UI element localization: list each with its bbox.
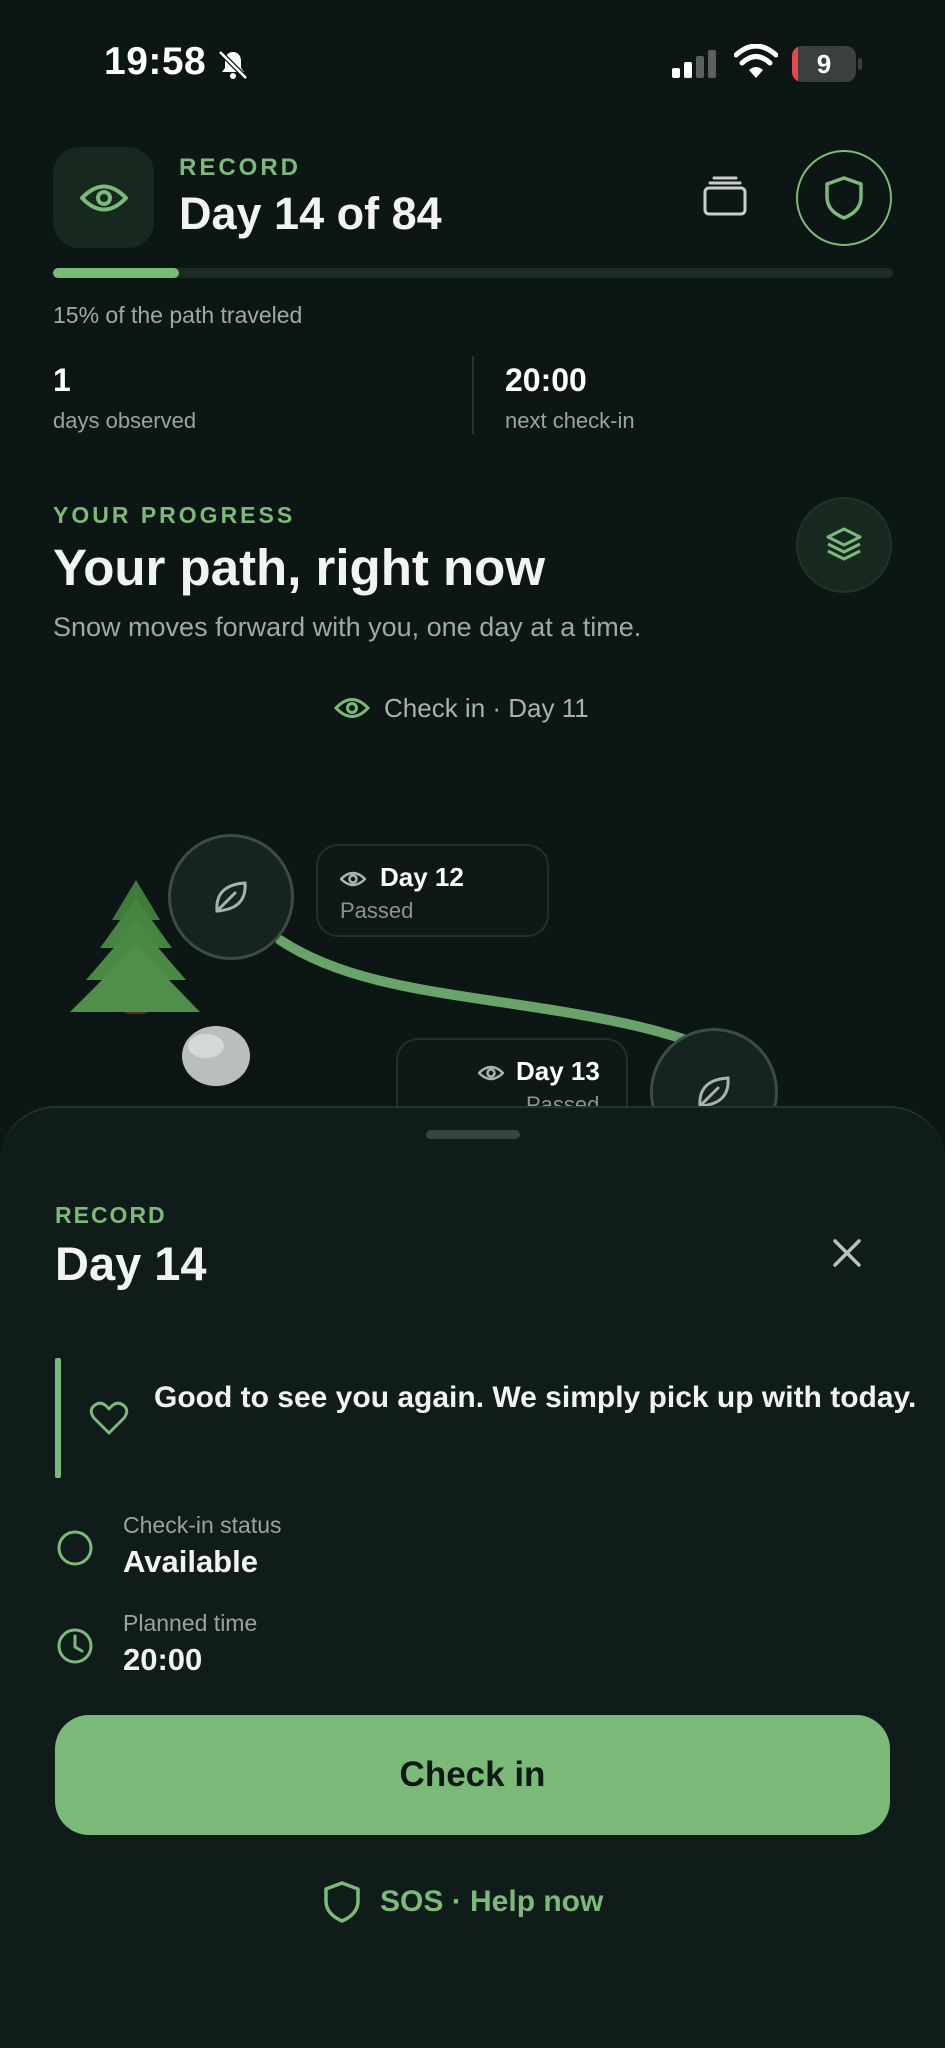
day-13-title: Day 13 xyxy=(516,1056,600,1086)
checkin-day-pill[interactable]: Check in · Day 11 xyxy=(334,690,589,726)
welcome-message: Good to see you again. We simply pick up… xyxy=(55,1358,916,1478)
cellular-signal-icon xyxy=(672,50,716,78)
page-title: Day 14 of 84 xyxy=(179,188,442,239)
path-progress-bar xyxy=(53,268,893,278)
battery-tip xyxy=(858,58,862,70)
day-12-card[interactable]: Day 12 Passed xyxy=(316,844,549,937)
planned-time-value: 20:00 xyxy=(123,1642,203,1677)
day-12-title: Day 12 xyxy=(380,862,464,892)
stat-divider xyxy=(472,356,474,434)
rock-illustration xyxy=(182,1026,250,1086)
checkin-status-label: Check-in status xyxy=(123,1512,282,1538)
stat-days-observed-value: 1 xyxy=(53,362,71,398)
shield-button[interactable] xyxy=(796,150,892,246)
day-12-node[interactable] xyxy=(168,834,294,960)
progress-caption: 15% of the path traveled xyxy=(53,302,303,328)
section-title: Your path, right now xyxy=(53,539,545,596)
shield-icon xyxy=(324,1881,360,1923)
cards-icon[interactable] xyxy=(702,176,748,216)
sheet-title: Day 14 xyxy=(55,1237,207,1290)
battery-body: 9 xyxy=(792,46,856,82)
sheet-kicker: RECORD xyxy=(55,1202,167,1228)
bell-slash-icon xyxy=(218,50,248,80)
layers-button[interactable] xyxy=(796,497,892,593)
leaf-icon xyxy=(215,881,247,913)
planned-time-label: Planned time xyxy=(123,1610,258,1636)
eye-icon xyxy=(334,698,370,718)
eye-icon xyxy=(79,184,128,211)
stat-next-checkin-value: 20:00 xyxy=(505,362,587,398)
sos-help-link[interactable]: SOS · Help now xyxy=(322,1878,603,1926)
day-12-status: Passed xyxy=(340,898,414,923)
eye-icon xyxy=(340,871,366,887)
close-icon xyxy=(833,1239,861,1267)
message-accent-bar xyxy=(55,1358,61,1478)
welcome-message-text: Good to see you again. We simply pick up… xyxy=(154,1381,917,1414)
close-button[interactable] xyxy=(820,1226,874,1280)
header-kicker: RECORD xyxy=(179,154,302,181)
status-bar: 19:58 9 xyxy=(0,0,945,128)
check-in-button[interactable]: Check in xyxy=(55,1715,890,1835)
heart-icon xyxy=(89,1401,129,1435)
stat-next-checkin-label: next check-in xyxy=(505,408,635,433)
path-line xyxy=(275,935,715,1053)
clock-icon xyxy=(57,1628,93,1664)
battery-level: 9 xyxy=(816,49,832,79)
battery-icon: 9 xyxy=(792,46,862,82)
section-subtitle: Snow moves forward with you, one day at … xyxy=(53,612,642,642)
stat-days-observed-label: days observed xyxy=(53,408,197,433)
eye-icon xyxy=(478,1065,504,1081)
sos-help-label: SOS · Help now xyxy=(380,1885,604,1918)
sheet-drag-handle[interactable] xyxy=(426,1130,520,1139)
checkin-status-value: Available xyxy=(123,1544,258,1579)
layers-icon xyxy=(826,527,862,561)
app-screen: { "status_bar": { "time": "19:58", "batt… xyxy=(0,0,945,2048)
shield-icon xyxy=(825,176,863,220)
checkin-day-pill-label: Check in · Day 11 xyxy=(384,692,589,723)
status-circle-icon xyxy=(57,1530,93,1566)
record-eye-badge xyxy=(53,147,154,248)
section-kicker: YOUR PROGRESS xyxy=(53,502,296,528)
day-detail-sheet: RECORD Day 14 Good to see you again. We … xyxy=(0,1106,945,2048)
path-progress-fill xyxy=(53,268,179,278)
status-time: 19:58 xyxy=(104,40,207,83)
wifi-icon xyxy=(734,44,778,78)
